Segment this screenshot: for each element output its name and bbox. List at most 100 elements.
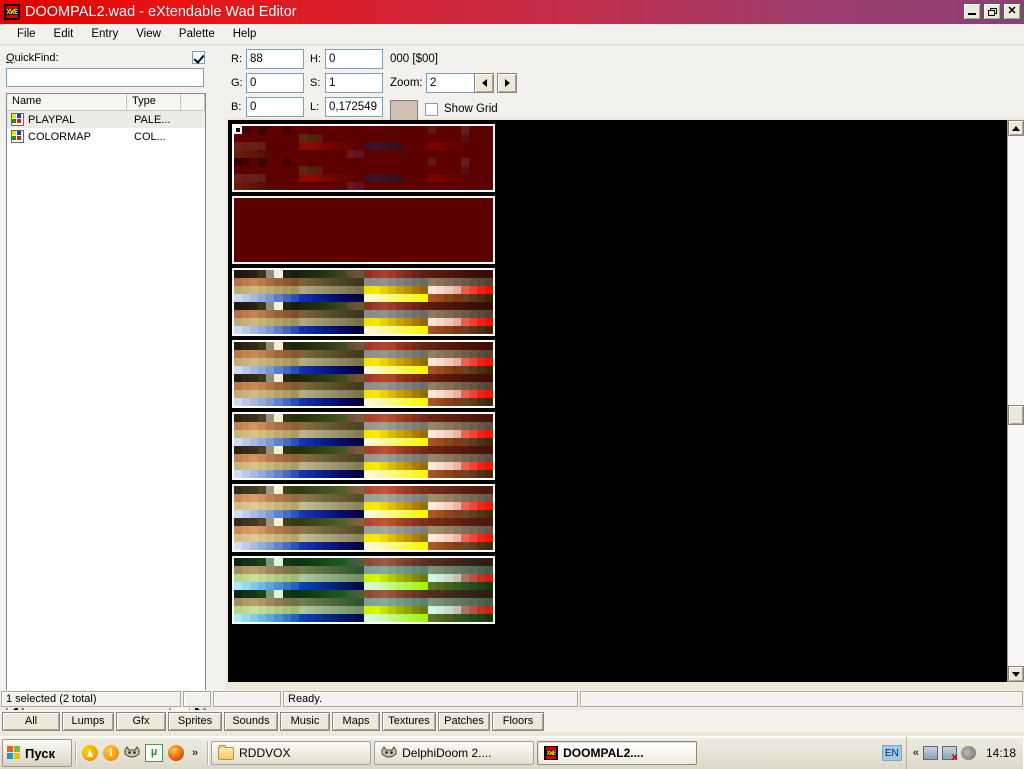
palette-cell[interactable] xyxy=(266,166,275,174)
palette-cell[interactable] xyxy=(274,510,283,518)
palette-cell[interactable] xyxy=(314,134,324,142)
palette-cell[interactable] xyxy=(355,326,364,334)
palette-cell[interactable] xyxy=(395,526,404,534)
palette-cell[interactable] xyxy=(234,222,243,230)
palette-cell[interactable] xyxy=(436,574,445,582)
palette-cell[interactable] xyxy=(371,470,380,478)
palette-cell[interactable] xyxy=(484,150,493,158)
palette-cell[interactable] xyxy=(403,238,413,246)
palette-cell[interactable] xyxy=(420,462,429,470)
palette-cell[interactable] xyxy=(250,142,259,150)
palette-cell[interactable] xyxy=(428,302,437,310)
palette-cell[interactable] xyxy=(403,446,413,454)
palette-cell[interactable] xyxy=(387,254,396,262)
palette-cell[interactable] xyxy=(484,590,493,598)
palette-cell[interactable] xyxy=(379,150,388,158)
palette-cell[interactable] xyxy=(347,606,356,614)
tab-all[interactable]: All xyxy=(2,711,60,731)
palette-cell[interactable] xyxy=(282,254,291,262)
palette-cell[interactable] xyxy=(234,518,243,526)
palette-cell[interactable] xyxy=(444,422,453,430)
palette-cell[interactable] xyxy=(339,150,348,158)
palette-cell[interactable] xyxy=(355,590,364,598)
palette-cell[interactable] xyxy=(355,182,364,190)
palette-cell[interactable] xyxy=(258,446,267,454)
palette-cell[interactable] xyxy=(339,382,348,390)
palette-cell[interactable] xyxy=(250,310,259,318)
palette-cell[interactable] xyxy=(412,390,421,398)
palette-cell[interactable] xyxy=(355,254,364,262)
palette-cell[interactable] xyxy=(347,142,356,150)
palette-cell[interactable] xyxy=(347,598,356,606)
palette-cell[interactable] xyxy=(298,326,307,334)
palette-cell[interactable] xyxy=(395,270,404,278)
palette-cell[interactable] xyxy=(403,470,413,478)
palette-cell[interactable] xyxy=(452,342,461,350)
palette-cell[interactable] xyxy=(436,214,445,222)
palette-cell[interactable] xyxy=(444,142,453,150)
palette-cell[interactable] xyxy=(395,374,404,382)
palette-cell[interactable] xyxy=(339,278,348,286)
palette-cell[interactable] xyxy=(331,614,340,622)
palette-cell[interactable] xyxy=(452,374,461,382)
palette-cell[interactable] xyxy=(282,238,291,246)
palette-cell[interactable] xyxy=(258,494,267,502)
palette-cell[interactable] xyxy=(298,126,307,134)
palette-cell[interactable] xyxy=(298,422,307,430)
palette-cell[interactable] xyxy=(250,614,259,622)
palette-cell[interactable] xyxy=(387,294,396,302)
palette-cell[interactable] xyxy=(242,510,251,518)
palette-block[interactable] xyxy=(232,196,495,264)
palette-cell[interactable] xyxy=(371,222,380,230)
palette-cell[interactable] xyxy=(282,614,291,622)
palette-cell[interactable] xyxy=(387,270,396,278)
palette-cell[interactable] xyxy=(444,382,453,390)
palette-cell[interactable] xyxy=(266,134,275,142)
palette-cell[interactable] xyxy=(476,526,485,534)
palette-cell[interactable] xyxy=(387,150,396,158)
palette-cell[interactable] xyxy=(339,606,348,614)
palette-cell[interactable] xyxy=(428,582,437,590)
palette-cell[interactable] xyxy=(331,294,340,302)
palette-cell[interactable] xyxy=(274,438,283,446)
palette-cell[interactable] xyxy=(306,414,315,422)
palette-cell[interactable] xyxy=(347,574,356,582)
palette-cell[interactable] xyxy=(436,206,445,214)
palette-cell[interactable] xyxy=(258,558,267,566)
palette-cell[interactable] xyxy=(395,558,404,566)
palette-cell[interactable] xyxy=(371,598,380,606)
palette-cell[interactable] xyxy=(468,222,477,230)
palette-cell[interactable] xyxy=(323,374,332,382)
palette-cell[interactable] xyxy=(234,366,243,374)
palette-cell[interactable] xyxy=(355,454,364,462)
palette-cell[interactable] xyxy=(444,398,453,406)
palette-cell[interactable] xyxy=(266,342,275,350)
palette-cell[interactable] xyxy=(347,366,356,374)
palette-cell[interactable] xyxy=(484,534,493,542)
palette-cell[interactable] xyxy=(412,526,421,534)
palette-cell[interactable] xyxy=(339,534,348,542)
palette-cell[interactable] xyxy=(323,502,332,510)
palette-cell[interactable] xyxy=(387,414,396,422)
palette-cell[interactable] xyxy=(323,526,332,534)
palette-cell[interactable] xyxy=(290,366,299,374)
palette-cell[interactable] xyxy=(339,566,348,574)
palette-cell[interactable] xyxy=(282,270,291,278)
palette-cell[interactable] xyxy=(306,238,315,246)
palette-cell[interactable] xyxy=(387,166,396,174)
palette-cell[interactable] xyxy=(250,294,259,302)
palette-cell[interactable] xyxy=(460,222,469,230)
palette-cell[interactable] xyxy=(484,414,493,422)
palette-cell[interactable] xyxy=(234,230,243,238)
palette-cell[interactable] xyxy=(468,326,477,334)
palette-cell[interactable] xyxy=(266,230,275,238)
palette-cell[interactable] xyxy=(347,486,356,494)
palette-cell[interactable] xyxy=(420,574,429,582)
palette-cell[interactable] xyxy=(412,462,421,470)
palette-cell[interactable] xyxy=(420,134,429,142)
palette-cell[interactable] xyxy=(428,206,437,214)
palette-cell[interactable] xyxy=(339,574,348,582)
palette-cell[interactable] xyxy=(290,142,299,150)
palette-cell[interactable] xyxy=(258,606,267,614)
palette-cell[interactable] xyxy=(355,582,364,590)
